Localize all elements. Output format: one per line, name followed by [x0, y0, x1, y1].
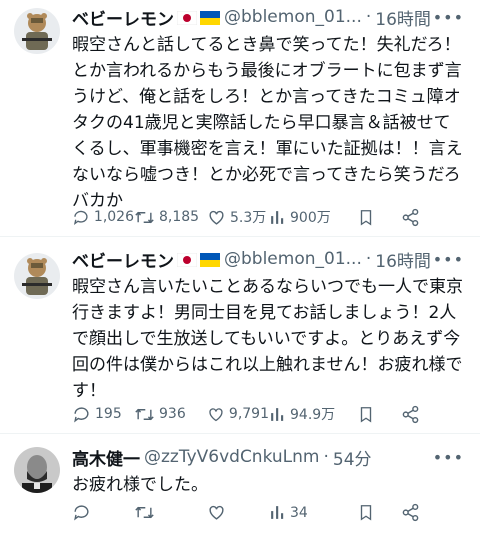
tweet-feed: ベビーレモン @bblemon_01... · 16時間 ••• 暇空さんと話し… [0, 0, 480, 537]
timestamp[interactable]: 16時間 [375, 247, 431, 272]
repost-icon [135, 506, 154, 519]
view-count: 900万 [290, 210, 331, 226]
repost-icon [135, 211, 154, 223]
author-name[interactable]: ベビーレモン [72, 247, 174, 272]
author-handle[interactable]: @bblemon_01... [224, 249, 362, 269]
japan-flag-icon [176, 252, 198, 268]
author-handle[interactable]: @bblemon_01... [224, 7, 362, 27]
like-button[interactable] [207, 503, 269, 522]
repost-icon [135, 408, 154, 420]
share-icon [402, 405, 419, 423]
views-button[interactable]: 900万 [269, 207, 349, 227]
reply-button[interactable] [72, 503, 134, 522]
bookmark-icon [360, 505, 372, 521]
share-button[interactable] [401, 208, 420, 227]
views-button[interactable]: 34 [269, 504, 349, 521]
more-icon[interactable]: ••• [433, 250, 464, 269]
separator: · [365, 7, 372, 27]
heart-icon [209, 210, 224, 225]
analytics-icon [271, 210, 284, 224]
more-icon[interactable]: ••• [433, 8, 464, 27]
tweet-2[interactable]: ベビーレモン @bblemon_01... · 16時間 ••• 暇空さん言いた… [0, 237, 480, 433]
share-button[interactable] [401, 503, 420, 522]
tweet-text: 暇空さんと話してるとき鼻で笑ってた！失礼だろ！とか言われるからもう最後にオブラー… [72, 35, 463, 211]
repost-button[interactable]: 936 [134, 405, 207, 424]
heart-icon [209, 407, 223, 421]
like-button[interactable]: 5.3万 [207, 207, 269, 227]
reply-count: 195 [95, 406, 122, 422]
like-button[interactable]: 9,791 [207, 405, 269, 424]
bookmark-button[interactable] [357, 503, 375, 522]
views-button[interactable]: 94.9万 [269, 404, 349, 424]
japan-flag-icon [176, 10, 198, 26]
separator: · [365, 249, 372, 269]
author-handle[interactable]: @zzTyV6vdCnkuLnm [144, 447, 320, 467]
avatar[interactable] [14, 8, 60, 54]
reply-icon [74, 406, 89, 423]
like-count: 5.3万 [230, 210, 267, 226]
reply-button[interactable]: 195 [72, 405, 134, 424]
analytics-icon [271, 407, 284, 421]
tweet-1[interactable]: ベビーレモン @bblemon_01... · 16時間 ••• 暇空さんと話し… [0, 0, 480, 236]
reply-button[interactable]: 1,026 [72, 208, 134, 227]
bookmark-button[interactable] [357, 208, 375, 227]
tweet-text: お疲れ様でした。 [72, 475, 208, 495]
repost-count: 936 [159, 406, 186, 422]
tweet-3[interactable]: 高木健一 @zzTyV6vdCnkuLnm · 54分 ••• お疲れ様でした。 [0, 434, 480, 537]
share-button[interactable] [401, 405, 420, 424]
avatar[interactable] [14, 253, 60, 299]
view-count: 94.9万 [290, 407, 336, 423]
like-count: 9,791 [228, 406, 269, 422]
separator: · [323, 447, 329, 467]
tweet-text: 暇空さん言いたいことあるならいつでも一人で東京行きますよ！男同士目を見てお話しま… [72, 277, 463, 401]
ukraine-flag-icon [200, 252, 220, 267]
reply-icon [73, 210, 88, 225]
heart-icon [209, 505, 224, 520]
bookmark-button[interactable] [357, 405, 375, 424]
bookmark-icon [360, 406, 372, 423]
ukraine-flag-icon [200, 10, 220, 25]
repost-button[interactable]: 8,185 [134, 208, 207, 227]
author-name[interactable]: 高木健一 [72, 445, 140, 470]
timestamp[interactable]: 16時間 [375, 5, 431, 30]
repost-button[interactable] [134, 503, 207, 522]
share-icon [402, 208, 419, 226]
author-name[interactable]: ベビーレモン [72, 5, 174, 30]
repost-count: 8,185 [159, 209, 200, 225]
timestamp[interactable]: 54分 [333, 445, 372, 470]
reply-count: 1,026 [93, 209, 134, 225]
reply-icon [74, 505, 89, 521]
avatar[interactable] [14, 447, 60, 493]
share-icon [402, 503, 419, 522]
view-count: 34 [290, 504, 308, 521]
analytics-icon [271, 506, 284, 519]
bookmark-icon [360, 209, 372, 226]
more-icon[interactable]: ••• [433, 448, 464, 467]
